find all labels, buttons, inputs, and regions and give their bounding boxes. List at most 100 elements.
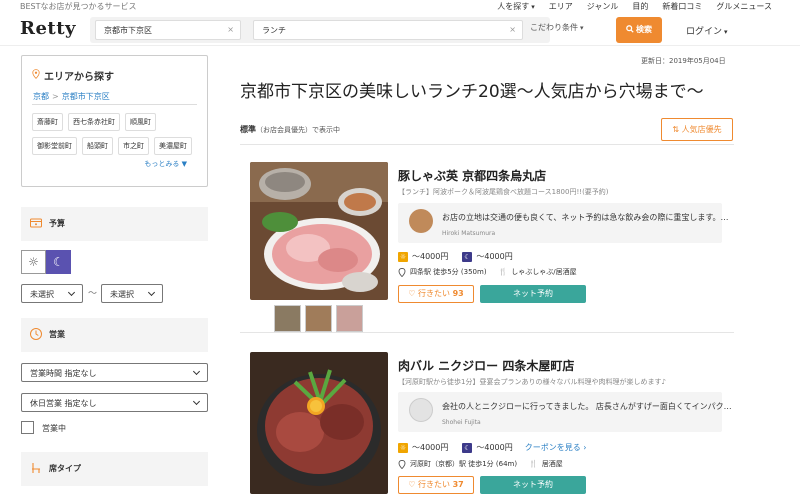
holiday-select[interactable]: 休日営業 指定なし [21,393,208,412]
crumb-shimogyo[interactable]: 京都市下京区 [62,92,110,101]
station-access: 四条駅 徒歩5分 (350m) [410,268,487,276]
town-chip[interactable]: 斎藤町 [32,113,63,131]
restaurant-catchphrase: 【ランチ】阿波ポーク＆阿波尾鶏食べ放題コース1800円!!(要予約) [398,188,609,196]
restaurant-catchphrase: 【河原町駅から徒歩1分】昼宴会プランありの様々なバル料理や肉料理が楽しめます♪ [398,378,666,386]
area-input-value: 京都市下京区 [104,26,152,35]
search-bar: 京都市下京区 × ランチ × [90,17,550,43]
nav-people[interactable]: 人を探す [497,1,535,12]
show-more-link[interactable]: もっとみる ▼ [144,159,187,169]
price-row: ☼ 〜4000円 ☾ 〜4000円 クーポンを見る › [398,442,586,453]
retty-logo[interactable]: Retty [20,18,76,39]
lunch-price: 〜4000円 [412,443,449,452]
seat-type-section-header: 席タイプ [21,452,208,486]
restaurant-photo[interactable] [250,162,388,300]
crumb-kyoto[interactable]: 京都 [33,92,49,101]
access-row: 河原町（京都）駅 徒歩1分 (64m) 🍴 居酒屋 [398,459,563,469]
want-to-go-button[interactable]: ♡ 行きたい 37 [398,476,474,494]
show-more-label: もっとみる [144,160,180,168]
area-title: エリアから探す [44,72,114,83]
want-to-go-label: 行きたい [418,289,451,298]
hours-title: 営業 [49,330,65,339]
town-chip[interactable]: 美濃屋町 [154,137,192,155]
dinner-price: 〜4000円 [476,252,513,261]
budget-section-header: 予算 [21,207,208,241]
budget-title: 予算 [49,219,65,228]
restaurant-card: 肉バル ニクジロー 四条木屋町店 【河原町駅から徒歩1分】昼宴会プランありの様々… [250,352,734,494]
dinner-toggle[interactable]: ☾ [46,250,71,274]
sort-note: （お店会員優先）で表示中 [256,126,340,134]
town-chip[interactable]: 順風町 [125,113,156,131]
thumbnail[interactable] [336,305,363,332]
crumb-separator: > [52,92,59,101]
coupon-link[interactable]: クーポンを見る › [525,442,587,453]
price-row: ☼ 〜4000円 ☾ 〜4000円 [398,251,513,262]
town-chip[interactable]: 御影堂前町 [32,137,77,155]
header: Retty 京都市下京区 × ランチ × [0,14,800,46]
wallet-icon [30,218,42,228]
budget-max-select[interactable]: 未選択 [101,284,163,303]
coupon-label: クーポンを見る [524,443,581,452]
dinner-price: 〜4000円 [476,443,513,452]
access-row: 四条駅 徒歩5分 (350m) 🍴 しゃぶしゃぶ/居酒屋 [398,267,577,277]
review-snippet[interactable]: お店の立地は交通の便も良くて、ネット予約は急な飲み会の際に重宝します。… Hir… [398,203,729,243]
business-hours-select[interactable]: 営業時間 指定なし [21,363,208,382]
map-pin-icon [398,267,406,277]
heart-icon: ♡ [408,480,416,489]
moon-icon: ☾ [53,255,64,269]
lunch-price-icon: ☼ [398,442,408,453]
nav-new-reviews[interactable]: 新着口コミ [662,1,702,12]
clear-keyword-icon[interactable]: × [509,25,516,34]
page-title: 京都市下京区の美味しいランチ20選〜人気店から穴場まで〜 [240,82,704,102]
open-now-checkbox[interactable] [21,421,34,434]
thumbnail[interactable] [274,305,301,332]
map-pin-icon [398,459,406,469]
review-text: 会社の人とニクジローに行ってきました。 店長さんがすげー面白くてインパク… [442,402,732,411]
search-button[interactable]: 検索 [616,17,662,43]
want-to-go-count: 93 [452,289,464,298]
clear-area-icon[interactable]: × [227,25,234,34]
restaurant-photo[interactable] [250,352,388,494]
thumbnail[interactable] [305,305,332,332]
popular-first-label: 人気店優先 [681,125,722,134]
lunch-toggle[interactable]: ☼ [21,250,46,274]
reviewer-name: Hiroki Matsumura [442,230,496,237]
nav-purpose[interactable]: 目的 [632,1,648,12]
popular-first-button[interactable]: ⇅ 人気店優先 [661,118,733,141]
chevron-down-icon: ▼ [181,160,187,168]
want-to-go-label: 行きたい [418,480,451,489]
nav-genre[interactable]: ジャンル [587,1,619,12]
kodawari-dropdown[interactable]: こだわり条件 [530,22,584,33]
town-chip[interactable]: 西七条赤社町 [68,113,120,131]
net-reservation-button[interactable]: ネット予約 [480,476,586,494]
dinner-price-icon: ☾ [462,251,473,262]
open-now-label: 営業中 [42,424,66,433]
lunch-price: 〜4000円 [412,252,449,261]
town-chip[interactable]: 船頭町 [82,137,113,155]
nav-gourmet-news[interactable]: グルメニュース [716,1,772,12]
area-input[interactable]: 京都市下京区 × [95,20,241,40]
sort-bar: 標準（お店会員優先）で表示中 ⇅ 人気店優先 [240,118,734,145]
chair-icon [32,463,40,473]
area-breadcrumb: 京都 > 京都市下京区 [33,91,110,102]
hours-section-header: 営業 [21,318,208,352]
nav-area[interactable]: エリア [549,1,573,12]
chevron-right-icon: › [583,443,587,452]
shabu-shabu-photo [250,162,388,300]
restaurant-card: 豚しゃぶ英 京都四条烏丸店 【ランチ】阿波ポーク＆阿波尾鶏食べ放題コース1800… [250,162,734,332]
restaurant-name[interactable]: 豚しゃぶ英 京都四条烏丸店 [398,167,546,184]
updated-date: 更新日：2019年05月04日 [641,57,726,65]
restaurant-name[interactable]: 肉バル ニクジロー 四条木屋町店 [398,357,574,374]
login-dropdown[interactable]: ログイン [686,24,728,37]
photo-thumbnails [274,305,363,332]
budget-min-select[interactable]: 未選択 [21,284,83,303]
seat-type-title: 席タイプ [49,464,81,473]
clock-icon [30,328,42,340]
want-to-go-button[interactable]: ♡ 行きたい 93 [398,285,474,303]
net-reservation-button[interactable]: ネット予約 [480,285,586,303]
keyword-input[interactable]: ランチ × [253,20,523,40]
search-button-label: 検索 [636,25,652,34]
search-icon [626,25,634,33]
review-snippet[interactable]: 会社の人とニクジローに行ってきました。 店長さんがすげー面白くてインパク… Sh… [398,392,732,432]
town-chip[interactable]: 市之町 [118,137,149,155]
sort-status: 標準（お店会員優先）で表示中 [240,124,340,135]
